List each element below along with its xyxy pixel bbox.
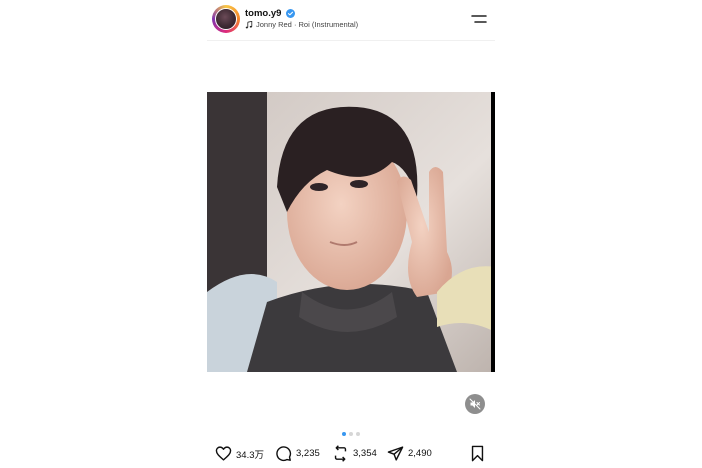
repost-icon [334, 445, 347, 462]
bookmark-icon[interactable] [469, 445, 486, 462]
post-header: tomo.y9 Jonny Red · Roi (Instrumental) [207, 0, 495, 41]
action-bar: 34.3万 3,235 3,354 2,490 [207, 440, 495, 468]
repost-count: 3,354 [353, 448, 377, 459]
repost-button[interactable]: 3,354 [332, 445, 377, 462]
heart-icon [215, 446, 232, 461]
comment-count: 3,235 [296, 448, 320, 459]
speaker-muted-icon [469, 398, 481, 410]
music-title: Jonny Red · Roi (Instrumental) [256, 20, 359, 29]
carousel-dot [349, 432, 353, 436]
music-info[interactable]: Jonny Red · Roi (Instrumental) [245, 20, 358, 29]
comment-icon [276, 446, 292, 462]
comment-button[interactable]: 3,235 [275, 445, 320, 462]
avatar-story-ring[interactable] [212, 5, 240, 33]
like-count: 34.3万 [236, 449, 264, 461]
username[interactable]: tomo.y9 [245, 8, 281, 19]
share-count: 2,490 [408, 448, 432, 459]
share-button[interactable]: 2,490 [387, 445, 432, 462]
carousel-dot-active [342, 432, 346, 436]
avatar[interactable] [215, 8, 237, 30]
mute-button[interactable] [465, 394, 485, 414]
post-card: tomo.y9 Jonny Red · Roi (Instrumental) 3… [207, 0, 495, 468]
share-icon [387, 446, 404, 461]
music-note-icon [245, 20, 253, 28]
photo-illustration [207, 92, 495, 372]
like-button[interactable]: 34.3万 [215, 445, 264, 462]
carousel-indicator [207, 432, 495, 436]
post-photo[interactable] [207, 92, 495, 372]
verified-badge-icon [286, 9, 295, 18]
hamburger-menu-icon[interactable] [471, 13, 487, 25]
carousel-dot [356, 432, 360, 436]
